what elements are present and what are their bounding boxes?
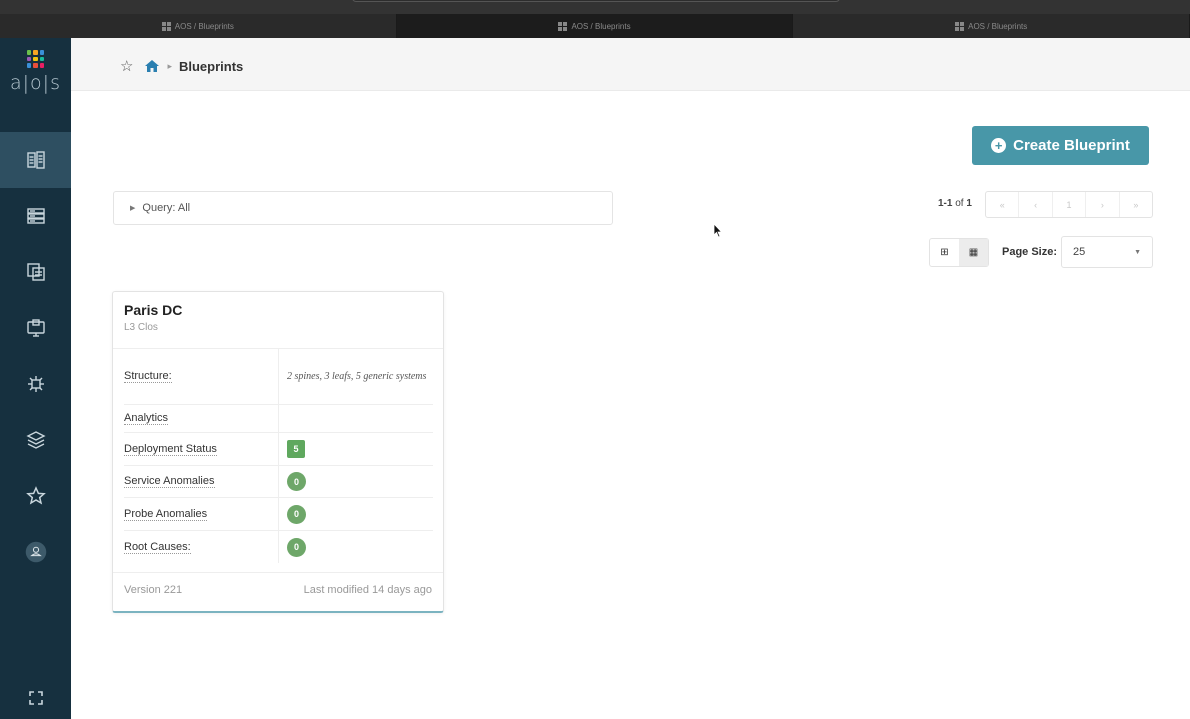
summary-row-structure: Structure: 2 spines, 3 leafs, 5 generic … [124, 349, 433, 405]
user-icon [25, 541, 46, 563]
blueprint-last-modified: Last modified 14 days ago [303, 584, 432, 596]
grid-view-icon[interactable]: ▦ [959, 239, 988, 266]
page-size-select[interactable]: 25 ▼ [1061, 236, 1153, 268]
address-bar[interactable] [352, 0, 840, 2]
sidebar-item-user[interactable] [0, 524, 71, 580]
query-label: Query: All [142, 202, 191, 214]
last-page-icon[interactable]: » [1120, 192, 1152, 217]
page-size-label: Page Size: [1002, 246, 1058, 258]
chevron-right-icon: ▸ [167, 60, 172, 71]
logo-text: a|o|s [10, 72, 61, 94]
browser-tab-bar: AOS / Blueprints AOS / Blueprints AOS / … [0, 0, 1190, 38]
sidebar-item-devices[interactable] [0, 188, 71, 244]
summary-row-root-causes: Root Causes: 0 [124, 531, 433, 563]
sidebar-item-resources[interactable] [0, 300, 71, 356]
root-causes-badge[interactable]: 0 [287, 537, 306, 557]
page-header: ☆ ▸ Blueprints [71, 38, 1190, 91]
browser-toolbar [0, 0, 1190, 14]
query-filter[interactable]: ▶ Query: All [113, 191, 613, 225]
mouse-cursor-icon [713, 223, 723, 238]
browser-tab-label: AOS / Blueprints [174, 21, 234, 31]
browser-tab[interactable]: AOS / Blueprints [793, 14, 1190, 38]
sidebar-item-favorites[interactable] [0, 468, 71, 524]
structure-value: 2 spines, 3 leafs, 5 generic systems [287, 370, 427, 382]
design-icon [26, 263, 45, 281]
root-causes-label[interactable]: Root Causes: [124, 541, 191, 554]
analytics-value [279, 405, 433, 432]
expand-icon [28, 691, 43, 705]
divider [113, 572, 443, 573]
sidebar-item-layers[interactable] [0, 412, 71, 468]
summary-row-service-anomalies: Service Anomalies 0 [124, 466, 433, 498]
aos-tab-icon [161, 21, 171, 31]
summary-row-probe-anomalies: Probe Anomalies 0 [124, 498, 433, 531]
browser-tab-label: AOS / Blueprints [571, 21, 631, 31]
plus-circle-icon: + [991, 138, 1007, 153]
summary-row-analytics: Analytics [124, 405, 433, 433]
sidebar-nav [0, 132, 71, 580]
blueprint-type: L3 Clos [124, 322, 158, 333]
chevron-down-icon: ▼ [1134, 248, 1141, 256]
blueprint-summary: Structure: 2 spines, 3 leafs, 5 generic … [124, 349, 433, 563]
create-blueprint-label: Create Blueprint [1013, 137, 1130, 154]
pagination-controls: « ‹ 1 › » [985, 191, 1153, 218]
aos-logo[interactable]: a|o|s [0, 50, 71, 94]
sidebar-item-external-systems[interactable] [0, 356, 71, 412]
browser-tab-active[interactable]: AOS / Blueprints [396, 14, 794, 38]
sidebar-item-design[interactable] [0, 244, 71, 300]
blueprint-name[interactable]: Paris DC [124, 302, 182, 318]
breadcrumb-current: Blueprints [178, 58, 244, 74]
sidebar-expand-button[interactable] [0, 691, 71, 705]
first-page-icon[interactable]: « [986, 192, 1020, 217]
summary-row-deployment-status: Deployment Status 5 [124, 433, 433, 466]
structure-label[interactable]: Structure: [124, 370, 172, 383]
blueprint-version: Version 221 [124, 584, 183, 596]
service-anomalies-label[interactable]: Service Anomalies [124, 475, 215, 488]
service-anomalies-badge[interactable]: 0 [287, 472, 306, 491]
pagination-range: 1-1 [938, 198, 953, 209]
blueprints-icon [26, 151, 45, 169]
breadcrumb: ☆ ▸ Blueprints [120, 57, 243, 75]
pagination-total: 1 [966, 198, 972, 209]
star-icon [25, 486, 46, 505]
home-icon[interactable] [145, 60, 160, 72]
page-size-value: 25 [1073, 246, 1086, 258]
browser-tab[interactable]: AOS / Blueprints [0, 14, 397, 38]
sidebar-item-blueprints[interactable] [0, 132, 71, 188]
resources-icon [26, 319, 45, 337]
sidebar: a|o|s [0, 38, 71, 719]
pagination-of-label: of [955, 198, 964, 209]
blueprint-card[interactable]: Paris DC L3 Clos Structure: 2 spines, 3 … [112, 291, 444, 613]
view-toggle: ⊞ ▦ [929, 238, 989, 267]
favorite-star-icon[interactable]: ☆ [120, 57, 133, 75]
browser-tab-label: AOS / Blueprints [968, 21, 1028, 31]
analytics-label[interactable]: Analytics [124, 412, 169, 425]
caret-right-icon: ▶ [130, 205, 136, 212]
next-page-icon[interactable]: › [1086, 192, 1120, 217]
page-number[interactable]: 1 [1053, 192, 1087, 217]
deployment-status-label[interactable]: Deployment Status [124, 443, 217, 456]
aos-tab-icon [955, 21, 965, 31]
external-systems-icon [27, 376, 44, 392]
card-view-icon[interactable]: ⊞ [930, 239, 959, 266]
pagination-count: 1-1 of 1 [938, 198, 972, 209]
logo-mark-icon [26, 50, 45, 68]
deployment-status-badge[interactable]: 5 [287, 440, 305, 458]
create-blueprint-button[interactable]: + Create Blueprint [972, 126, 1149, 165]
aos-tab-icon [558, 21, 568, 31]
probe-anomalies-badge[interactable]: 0 [287, 504, 306, 524]
browser-tabs: AOS / Blueprints AOS / Blueprints AOS / … [0, 14, 1190, 38]
devices-icon [26, 208, 45, 224]
layers-icon [25, 431, 46, 449]
probe-anomalies-label[interactable]: Probe Anomalies [124, 508, 208, 521]
prev-page-icon[interactable]: ‹ [1019, 192, 1053, 217]
